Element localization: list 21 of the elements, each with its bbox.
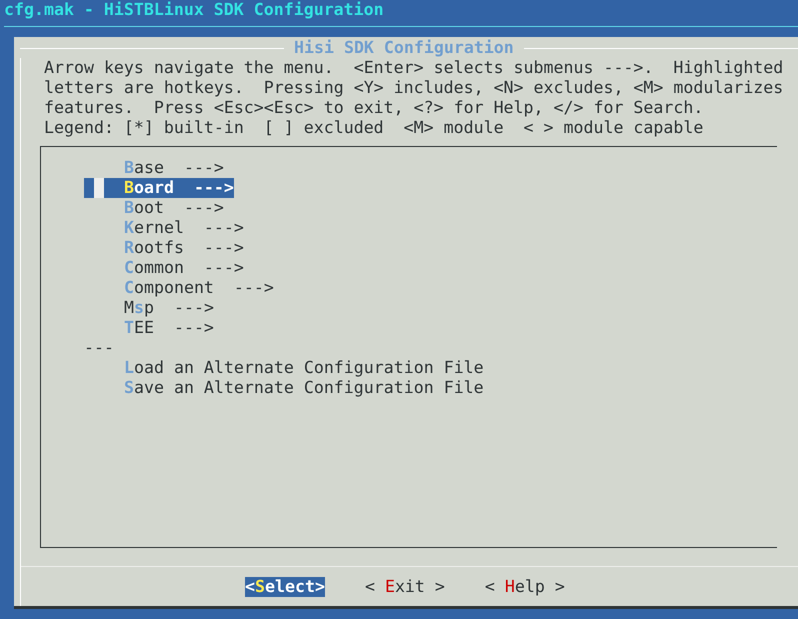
menu-item[interactable]: Base ---> (84, 158, 224, 178)
menu-separator: --- (84, 338, 114, 358)
help-text: letters are hotkeys. Pressing <Y> includes, <N> excludes, <M> modularizes (44, 78, 784, 98)
help-text: Arrow keys navigate the menu. <Enter> selects submenus --->. Highlighted (44, 58, 784, 78)
menu-item[interactable]: Save an Alternate Configuration File (84, 378, 484, 398)
help-text: features. Press <Esc><Esc> to exit, <?> for Help, </> for Search. (44, 98, 704, 118)
menu-item[interactable]: Common ---> (84, 258, 244, 278)
menu-item[interactable]: Component ---> (84, 278, 274, 298)
menu-item[interactable]: Boot ---> (84, 198, 224, 218)
help-text: Legend: [*] built-in [ ] excluded <M> module < > module capable (44, 118, 704, 138)
menu-item[interactable]: TEE ---> (84, 318, 214, 338)
menu-item[interactable]: Msp ---> (84, 298, 214, 318)
dialog-button[interactable]: < Help > (484, 577, 565, 597)
dialog-button[interactable]: < Exit > (364, 577, 445, 597)
menu-item[interactable]: Rootfs ---> (84, 238, 244, 258)
menu-item[interactable]: Kernel ---> (84, 218, 244, 238)
dialog-title: Hisi SDK Configuration (293, 38, 515, 58)
dialog-button[interactable]: <Select> (245, 577, 325, 597)
window-title: cfg.mak - HiSTBLinux SDK Configuration (4, 0, 384, 20)
menu-item[interactable]: Board ---> (84, 178, 234, 198)
menu-item[interactable]: Load an Alternate Configuration File (84, 358, 484, 378)
